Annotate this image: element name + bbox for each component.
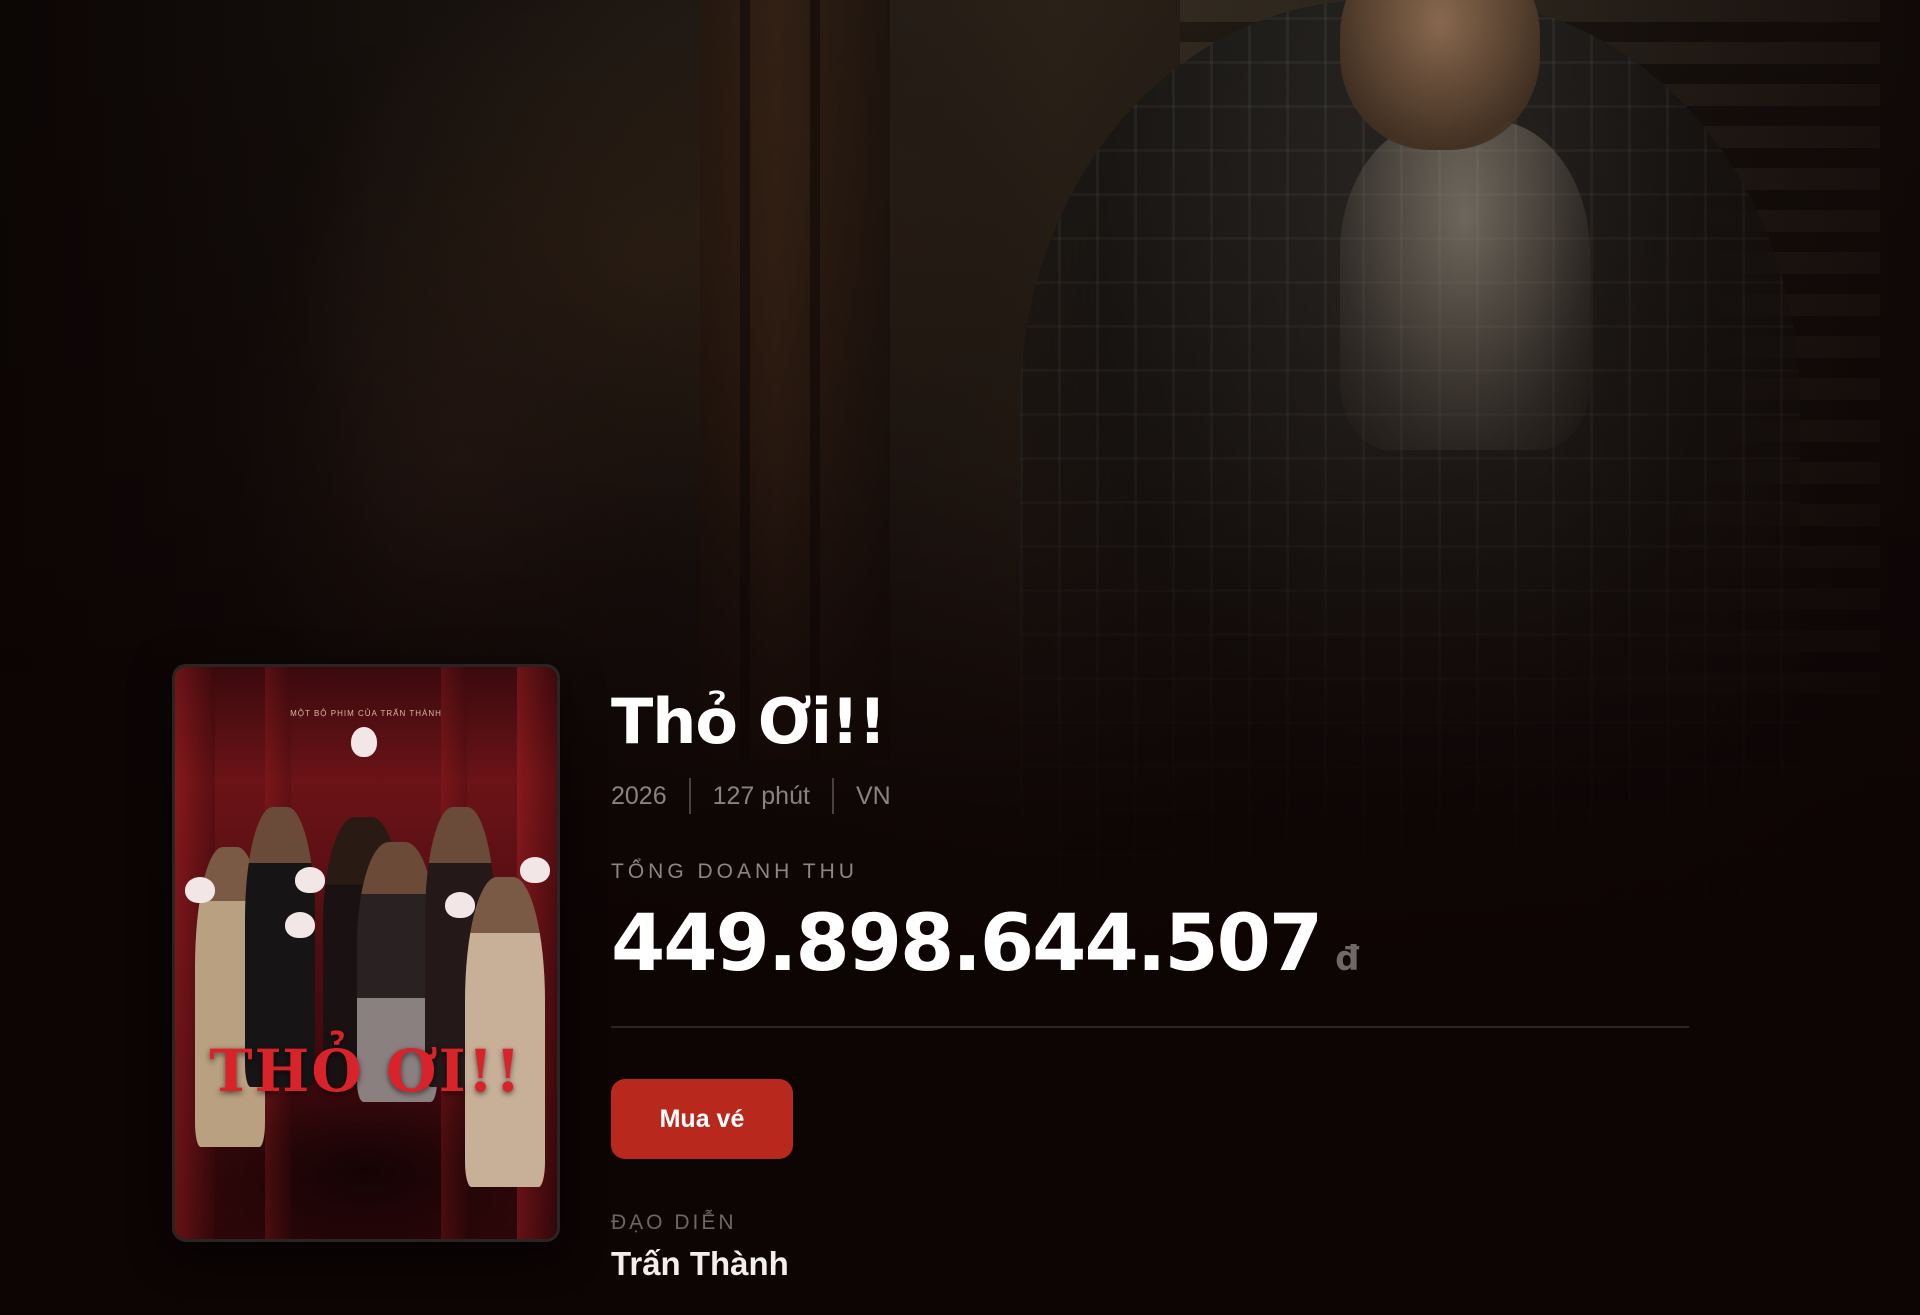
- movie-title: Thỏ Ơi!!: [611, 685, 887, 758]
- poster-mask: [295, 867, 325, 893]
- movie-info: Thỏ Ơi!! 2026 127 phút VN TỔNG DOANH THU…: [611, 680, 1691, 1283]
- director-label: ĐẠO DIỄN: [611, 1211, 737, 1234]
- movie-country: VN: [855, 781, 891, 810]
- currency-unit: đ: [1335, 939, 1360, 979]
- poster-mask: [445, 892, 475, 918]
- director-name[interactable]: Trấn Thành: [611, 1245, 1691, 1283]
- section-divider: [611, 1026, 1689, 1028]
- poster-person: [465, 877, 545, 1187]
- poster-mask: [520, 857, 550, 883]
- meta-divider: [831, 778, 834, 814]
- poster-mask: [285, 912, 315, 938]
- revenue-total: 449.898.644.507 đ: [611, 896, 1691, 992]
- movie-meta: 2026 127 phút VN: [611, 778, 1691, 814]
- meta-divider: [688, 778, 691, 814]
- movie-poster[interactable]: MỘT BỘ PHIM CỦA TRẤN THÀNH THỎ ƠI!!: [172, 664, 560, 1242]
- poster-title-art: THỎ ƠI!!: [209, 1037, 523, 1105]
- poster-mask: [185, 877, 215, 903]
- poster-tagline: MỘT BỘ PHIM CỦA TRẤN THÀNH: [290, 709, 442, 718]
- movie-year: 2026: [611, 781, 667, 810]
- poster-rabbit-icon: [351, 727, 377, 757]
- revenue-label: TỔNG DOANH THU: [611, 860, 858, 883]
- movie-duration: 127 phút: [712, 781, 810, 810]
- buy-ticket-button[interactable]: Mua vé: [611, 1079, 793, 1159]
- revenue-amount: 449.898.644.507: [611, 899, 1323, 989]
